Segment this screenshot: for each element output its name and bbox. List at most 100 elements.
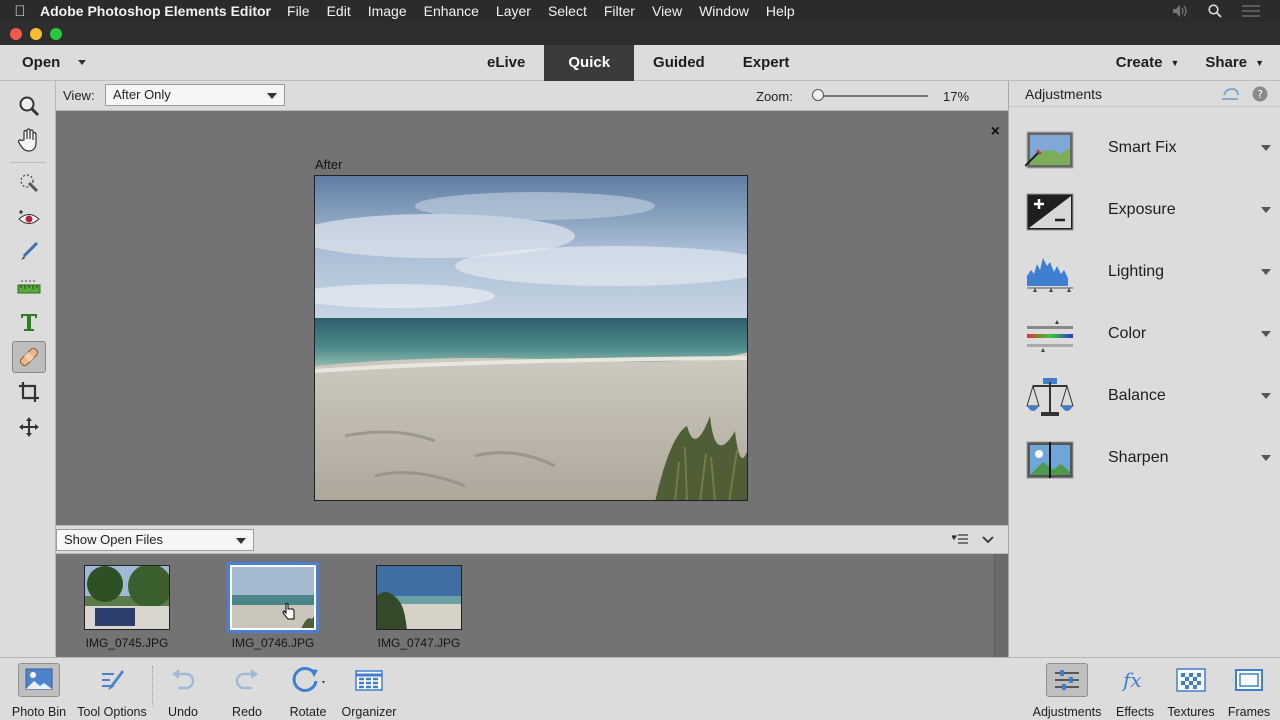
button-label: Adjustments [1032,705,1102,719]
adjustment-sharpen[interactable]: Sharpen [1009,438,1280,486]
spot-healing-brush-tool[interactable] [12,341,46,373]
frames-panel-button[interactable]: Frames [1222,658,1276,720]
create-label: Create [1115,54,1163,71]
notification-center-icon[interactable] [1242,5,1260,17]
quick-selection-icon [20,174,39,193]
minimize-window-button[interactable] [30,28,42,40]
effects-panel-button[interactable]: fx Effects [1110,658,1160,720]
redo-button[interactable]: Redo [224,658,270,720]
chevron-down-icon [267,93,277,99]
button-label: Textures [1167,705,1215,719]
collapse-bin-icon[interactable] [982,536,994,544]
photo-bin-toolbar: Show Open Files [56,525,1008,554]
quick-selection-tool[interactable] [12,167,46,199]
menu-enhance[interactable]: Enhance [424,3,479,19]
straighten-tool[interactable] [12,271,46,303]
adjustment-balance[interactable]: Balance [1009,376,1280,424]
undo-button[interactable]: Undo [160,658,206,720]
mode-tab-quick[interactable]: Quick [544,45,635,81]
menu-layer[interactable]: Layer [496,3,531,19]
adjustment-smart-fix[interactable]: Smart Fix [1009,128,1280,176]
image-canvas[interactable]: After × [56,111,1008,525]
open-button[interactable]: Open [22,54,87,71]
mode-bar: Open eLive Quick Guided Expert Create ▼ S… [0,45,1280,81]
thumbnail-img-0746[interactable] [227,562,319,633]
task-bar: Photo Bin Tool Options Undo Redo Rotate … [0,657,1280,720]
bin-source-value: Show Open Files [64,532,163,547]
bin-scrollbar[interactable] [994,554,1008,657]
thumbnail-img-0747[interactable] [376,565,462,630]
button-label: Frames [1227,705,1271,719]
crop-icon [19,382,39,402]
create-button[interactable]: Create ▼ [1116,54,1180,71]
sharpen-icon [1026,441,1074,479]
mode-tab-expert[interactable]: Expert [724,45,809,81]
beach-photo[interactable] [314,175,748,501]
textures-panel-button[interactable]: Textures [1164,658,1218,720]
thumbnail-image [85,566,169,629]
frames-icon [1235,669,1263,691]
close-window-button[interactable] [10,28,22,40]
menu-edit[interactable]: Edit [327,3,351,19]
menu-file[interactable]: File [287,3,310,19]
thumbnail-label: IMG_0745.JPG [85,636,169,650]
help-icon[interactable]: ? [1252,86,1268,102]
effects-icon: fx [1121,668,1142,692]
adjustment-color[interactable]: Color [1009,314,1280,362]
window-titlebar [0,22,1280,45]
thumbnail-img-0745[interactable] [84,565,170,630]
menu-help[interactable]: Help [766,3,795,19]
photo-bin-button[interactable]: Photo Bin [10,658,68,720]
exposure-icon [1026,193,1074,231]
mode-tab-elive[interactable]: eLive [468,45,544,81]
zoom-value: 17% [943,89,970,104]
chevron-down-icon [78,60,87,65]
zoom-slider-handle[interactable] [812,89,824,101]
close-icon[interactable]: × [991,123,1000,141]
adjustment-lighting[interactable]: Lighting [1009,252,1280,300]
zoom-slider[interactable] [812,89,928,101]
menu-window[interactable]: Window [699,3,749,19]
crop-tool[interactable] [12,376,46,408]
adjustment-label: Color [1108,325,1147,342]
bin-source-dropdown[interactable]: Show Open Files [56,529,254,551]
share-button[interactable]: Share ▼ [1205,54,1264,71]
zoom-tool[interactable] [12,90,46,122]
menu-view[interactable]: View [652,3,682,19]
menu-select[interactable]: Select [548,3,587,19]
straighten-icon [17,280,41,294]
undo-icon [172,669,195,690]
view-dropdown[interactable]: After Only [105,84,285,106]
adjustment-label: Balance [1108,387,1166,404]
menu-image[interactable]: Image [368,3,407,19]
panel-title: Adjustments [1025,86,1103,102]
organizer-button[interactable]: Organizer [338,658,400,720]
move-tool[interactable] [12,411,46,443]
menu-filter[interactable]: Filter [604,3,635,19]
button-label: Tool Options [77,705,147,719]
mouse-cursor-icon [282,603,295,620]
adjustment-label: Sharpen [1108,449,1169,466]
adjustments-panel-button[interactable]: Adjustments [1032,658,1102,720]
beach-photo-image [315,176,747,500]
svg-text:?: ? [1257,88,1263,101]
mode-tab-guided[interactable]: Guided [634,45,724,81]
zoom-window-button[interactable] [50,28,62,40]
rotate-icon [292,666,325,692]
volume-icon[interactable] [1172,4,1188,18]
reset-panel-icon[interactable] [1220,87,1240,101]
hand-tool[interactable] [12,124,46,156]
apple-menu-icon[interactable]:  [0,3,40,20]
rotate-button[interactable]: Rotate [284,658,332,720]
whiten-teeth-tool[interactable] [12,236,46,268]
app-name-menu[interactable]: Adobe Photoshop Elements Editor [40,3,271,19]
spotlight-search-icon[interactable] [1208,4,1222,18]
adjustment-exposure[interactable]: Exposure [1009,190,1280,238]
eye-icon [18,210,40,224]
organizer-icon [355,670,383,691]
tool-options-button[interactable]: Tool Options [76,658,148,720]
red-eye-tool[interactable] [12,202,46,234]
view-options-bar: View: After Only Zoom: 17% [56,81,1008,111]
bin-options-menu-icon[interactable] [952,534,968,546]
type-tool[interactable] [12,306,46,338]
